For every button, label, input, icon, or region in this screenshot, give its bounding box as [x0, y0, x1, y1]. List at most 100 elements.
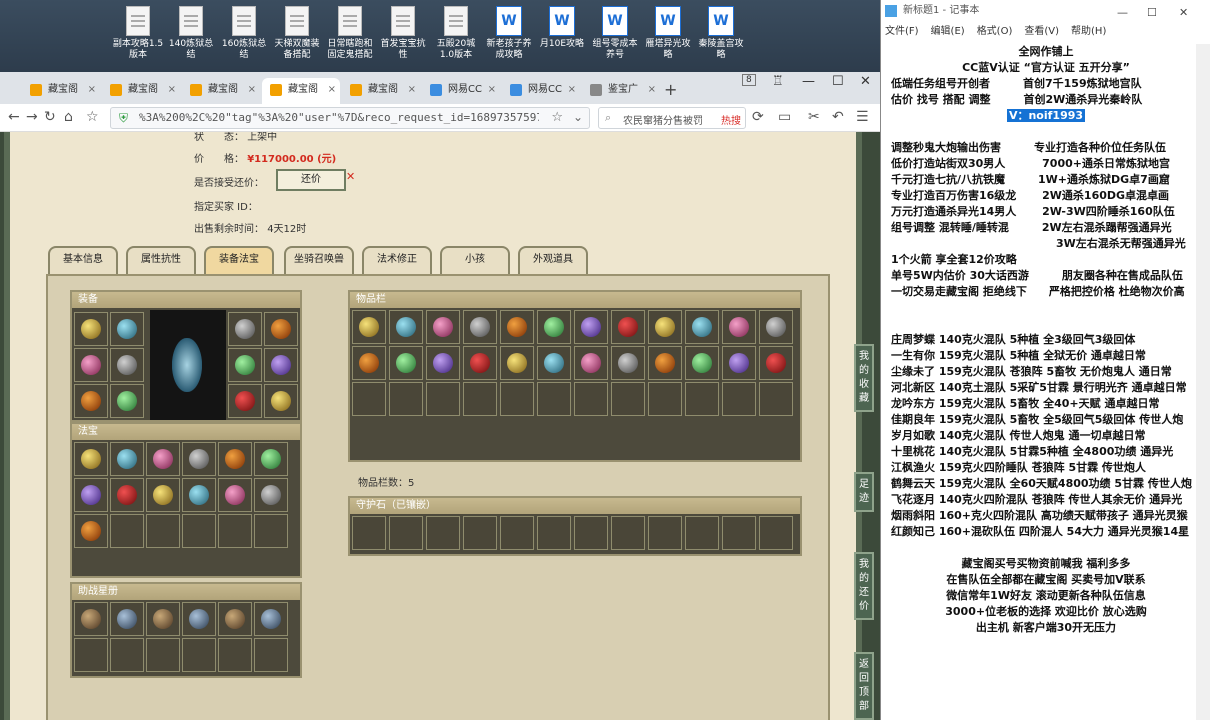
- close-icon[interactable]: ✕: [860, 74, 871, 89]
- empty-slot[interactable]: [352, 382, 386, 416]
- side-button[interactable]: 返回顶部: [854, 652, 874, 720]
- item-slot[interactable]: [574, 310, 608, 344]
- game-tab[interactable]: 属性抗性: [126, 246, 196, 274]
- empty-slot[interactable]: [146, 514, 180, 548]
- desktop-icon-8[interactable]: W 月10E攻略: [536, 4, 588, 70]
- item-slot[interactable]: [389, 346, 423, 380]
- sidebar-icon[interactable]: ▭: [778, 109, 791, 125]
- empty-slot[interactable]: [537, 516, 571, 550]
- item-slot[interactable]: [352, 346, 386, 380]
- item-slot[interactable]: [182, 442, 216, 476]
- item-slot[interactable]: [74, 478, 108, 512]
- desktop-icon-5[interactable]: 首发宝宝抗性: [377, 4, 429, 70]
- empty-slot[interactable]: [759, 516, 793, 550]
- equip-slot[interactable]: [110, 384, 144, 418]
- item-slot[interactable]: [611, 310, 645, 344]
- desktop-icon-10[interactable]: W 雁塔异光攻略: [642, 4, 694, 70]
- empty-slot[interactable]: [648, 382, 682, 416]
- empty-slot[interactable]: [254, 514, 288, 548]
- equip-slot[interactable]: [228, 384, 262, 418]
- empty-slot[interactable]: [463, 382, 497, 416]
- empty-slot[interactable]: [218, 638, 252, 672]
- game-tab[interactable]: 坐骑召唤兽: [284, 246, 354, 274]
- new-tab-button[interactable]: +: [664, 80, 677, 99]
- dropdown-icon[interactable]: ⌄: [573, 110, 583, 124]
- maximize-icon[interactable]: ☐: [832, 74, 844, 89]
- forward-icon[interactable]: →: [26, 109, 38, 125]
- item-slot[interactable]: [218, 478, 252, 512]
- tab-close-icon[interactable]: ×: [88, 78, 96, 102]
- item-slot[interactable]: [254, 602, 288, 636]
- equip-slot[interactable]: [264, 384, 298, 418]
- browser-tab[interactable]: 藏宝阁 ×: [102, 78, 180, 104]
- notepad-menu-item[interactable]: 编辑(E): [931, 26, 965, 37]
- close-x-icon[interactable]: ✕: [346, 170, 355, 183]
- notepad-text[interactable]: 全网作铺上 CC蓝V认证 “官方认证 五开分享” 低端任务组号开创者 首创7千159…: [881, 44, 1210, 636]
- item-slot[interactable]: [182, 478, 216, 512]
- item-slot[interactable]: [426, 346, 460, 380]
- address-bar[interactable]: ⛨ %3A%200%2C%20"tag"%3A%20"user"%7D&reco…: [110, 107, 590, 129]
- item-slot[interactable]: [685, 310, 719, 344]
- browser-tab[interactable]: 藏宝阁 ×: [182, 78, 260, 104]
- game-tab[interactable]: 法术修正: [362, 246, 432, 274]
- desktop-icon-4[interactable]: 日常瞎跑和固定鬼搭配: [324, 4, 376, 70]
- item-slot[interactable]: [759, 310, 793, 344]
- browser-tab[interactable]: 藏宝阁 ×: [22, 78, 100, 104]
- tab-close-icon[interactable]: ×: [328, 78, 336, 102]
- equip-slot[interactable]: [228, 348, 262, 382]
- game-tab[interactable]: 外观道具: [518, 246, 588, 274]
- item-slot[interactable]: [759, 346, 793, 380]
- notepad-close-icon[interactable]: ✕: [1179, 2, 1188, 24]
- empty-slot[interactable]: [574, 382, 608, 416]
- equip-slot[interactable]: [74, 312, 108, 346]
- item-slot[interactable]: [722, 346, 756, 380]
- empty-slot[interactable]: [722, 516, 756, 550]
- tab-close-icon[interactable]: ×: [568, 78, 576, 102]
- empty-slot[interactable]: [182, 514, 216, 548]
- item-slot[interactable]: [146, 442, 180, 476]
- browser-tab[interactable]: 网易CC ×: [422, 78, 500, 104]
- item-slot[interactable]: [218, 602, 252, 636]
- item-slot[interactable]: [110, 442, 144, 476]
- item-slot[interactable]: [254, 478, 288, 512]
- desktop-icon-7[interactable]: W 新老孩子养成攻略: [483, 4, 535, 70]
- notepad-scrollbar[interactable]: [1196, 44, 1210, 720]
- item-slot[interactable]: [110, 602, 144, 636]
- game-tab[interactable]: 装备法宝: [204, 246, 274, 274]
- side-button[interactable]: 我的收藏: [854, 344, 874, 412]
- empty-slot[interactable]: [426, 382, 460, 416]
- item-slot[interactable]: [218, 442, 252, 476]
- empty-slot[interactable]: [218, 514, 252, 548]
- browser-tab[interactable]: 藏宝阁 ×: [262, 78, 340, 104]
- desktop-icon-1[interactable]: 140炼狱总结: [165, 4, 217, 70]
- back-icon[interactable]: ←: [8, 109, 20, 125]
- empty-slot[interactable]: [254, 638, 288, 672]
- equip-slot[interactable]: [74, 348, 108, 382]
- item-slot[interactable]: [352, 310, 386, 344]
- empty-slot[interactable]: [759, 382, 793, 416]
- empty-slot[interactable]: [389, 516, 423, 550]
- item-slot[interactable]: [463, 310, 497, 344]
- tab-close-icon[interactable]: ×: [248, 78, 256, 102]
- notepad-menu-item[interactable]: 查看(V): [1024, 26, 1059, 37]
- empty-slot[interactable]: [611, 382, 645, 416]
- notepad-maximize-icon[interactable]: ☐: [1147, 2, 1157, 24]
- item-slot[interactable]: [110, 478, 144, 512]
- empty-slot[interactable]: [722, 382, 756, 416]
- minimize-icon[interactable]: —: [802, 74, 815, 89]
- empty-slot[interactable]: [110, 514, 144, 548]
- reload-icon[interactable]: ↻: [44, 109, 56, 125]
- item-slot[interactable]: [722, 310, 756, 344]
- undo-icon[interactable]: ↶: [832, 109, 844, 125]
- empty-slot[interactable]: [74, 638, 108, 672]
- tab-close-icon[interactable]: ×: [408, 78, 416, 102]
- shirt-icon[interactable]: ♖: [772, 74, 784, 89]
- item-slot[interactable]: [648, 310, 682, 344]
- notepad-menu-item[interactable]: 文件(F): [885, 26, 919, 37]
- item-slot[interactable]: [146, 602, 180, 636]
- equip-slot[interactable]: [264, 312, 298, 346]
- side-button[interactable]: 我的还价: [854, 552, 874, 620]
- item-slot[interactable]: [146, 478, 180, 512]
- item-slot[interactable]: [500, 310, 534, 344]
- notepad-menu-item[interactable]: 帮助(H): [1071, 26, 1106, 37]
